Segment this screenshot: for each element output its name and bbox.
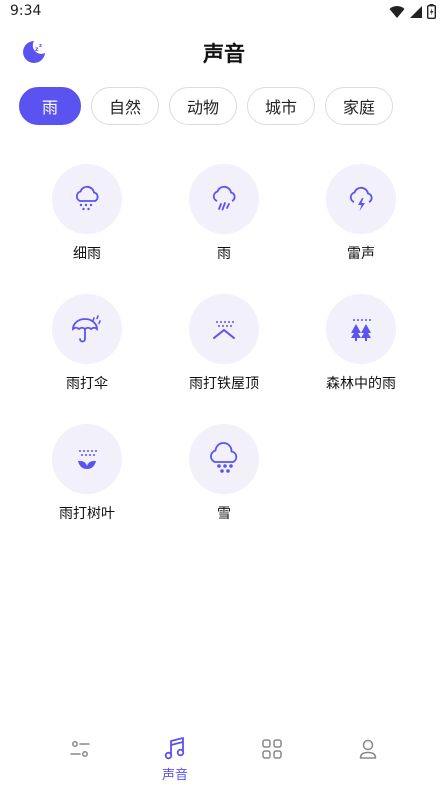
tab-label: 动物 xyxy=(186,98,219,117)
sound-icon-circle xyxy=(189,424,259,494)
rain-cloud-icon xyxy=(212,185,236,211)
music-note-icon xyxy=(164,737,185,760)
sound-item-rain[interactable]: 雨 xyxy=(164,164,284,263)
app-screen: 9:34 z z 声音 雨 自然 动物 城市 家庭 细雨 雨 雷声 雨打伞 雨打… xyxy=(0,0,448,796)
settings-sliders-icon xyxy=(70,741,90,757)
sound-item-forest-rain[interactable]: 森林中的雨 xyxy=(301,294,421,393)
wifi-icon xyxy=(389,5,405,18)
sound-item-thunder[interactable]: 雷声 xyxy=(301,164,421,263)
grid-icon xyxy=(262,739,282,759)
tab-home[interactable]: 家庭 xyxy=(325,87,393,125)
tab-label: 城市 xyxy=(264,98,297,117)
sound-label: 雷声 xyxy=(347,246,375,262)
sound-item-roof-rain[interactable]: 雨打铁屋顶 xyxy=(164,294,284,393)
sound-icon-circle xyxy=(326,294,396,364)
sound-item-snow[interactable]: 雪 xyxy=(164,424,284,523)
status-bar: 9:34 xyxy=(0,0,448,26)
nav-label: 声音 xyxy=(161,768,188,783)
sound-item-umbrella-rain[interactable]: 雨打伞 xyxy=(27,294,147,393)
tab-label: 家庭 xyxy=(342,98,375,117)
nav-item-settings[interactable] xyxy=(40,734,120,764)
sound-icon-circle xyxy=(52,294,122,364)
umbrella-rain-icon xyxy=(72,315,101,343)
sound-item-leaf-rain[interactable]: 雨打树叶 xyxy=(27,424,147,523)
tab-rain[interactable]: 雨 xyxy=(19,87,81,125)
sound-label: 森林中的雨 xyxy=(326,376,396,392)
tab-city[interactable]: 城市 xyxy=(247,87,315,125)
sound-icon-circle xyxy=(189,294,259,364)
sound-label: 雪 xyxy=(217,506,231,522)
category-tabs: 雨 自然 动物 城市 家庭 xyxy=(19,87,393,125)
sound-icon-circle xyxy=(52,164,122,234)
sound-label: 雨打伞 xyxy=(66,376,108,392)
signal-icon xyxy=(410,5,422,18)
nav-item-profile[interactable] xyxy=(328,734,408,764)
light-rain-cloud-icon xyxy=(75,185,99,211)
thunder-cloud-icon xyxy=(349,186,373,211)
forest-rain-icon xyxy=(351,319,371,341)
sound-icon-circle xyxy=(326,164,396,234)
roof-rain-icon xyxy=(213,321,235,339)
tab-label: 雨 xyxy=(41,98,58,117)
sound-icon-circle xyxy=(52,424,122,494)
profile-icon xyxy=(359,739,377,759)
snow-cloud-icon xyxy=(210,442,238,473)
sound-label: 雨打树叶 xyxy=(59,506,115,522)
status-icons xyxy=(389,4,436,19)
tab-label: 自然 xyxy=(108,98,141,117)
tab-animals[interactable]: 动物 xyxy=(169,87,237,125)
tab-nature[interactable]: 自然 xyxy=(91,87,159,125)
sound-label: 雨 xyxy=(217,246,231,262)
header: z z 声音 xyxy=(0,28,448,76)
sound-icon-circle xyxy=(189,164,259,234)
bottom-nav: 声音 xyxy=(0,726,448,796)
status-time: 9:34 xyxy=(10,3,42,19)
nav-item-sounds[interactable]: 声音 xyxy=(135,734,215,783)
sound-label: 雨打铁屋顶 xyxy=(189,376,259,392)
battery-icon xyxy=(427,4,436,19)
nav-item-grid[interactable] xyxy=(232,734,312,764)
page-title: 声音 xyxy=(203,42,245,66)
sound-item-light-rain[interactable]: 细雨 xyxy=(27,164,147,263)
leaf-rain-icon xyxy=(78,450,97,469)
sound-label: 细雨 xyxy=(73,246,101,262)
